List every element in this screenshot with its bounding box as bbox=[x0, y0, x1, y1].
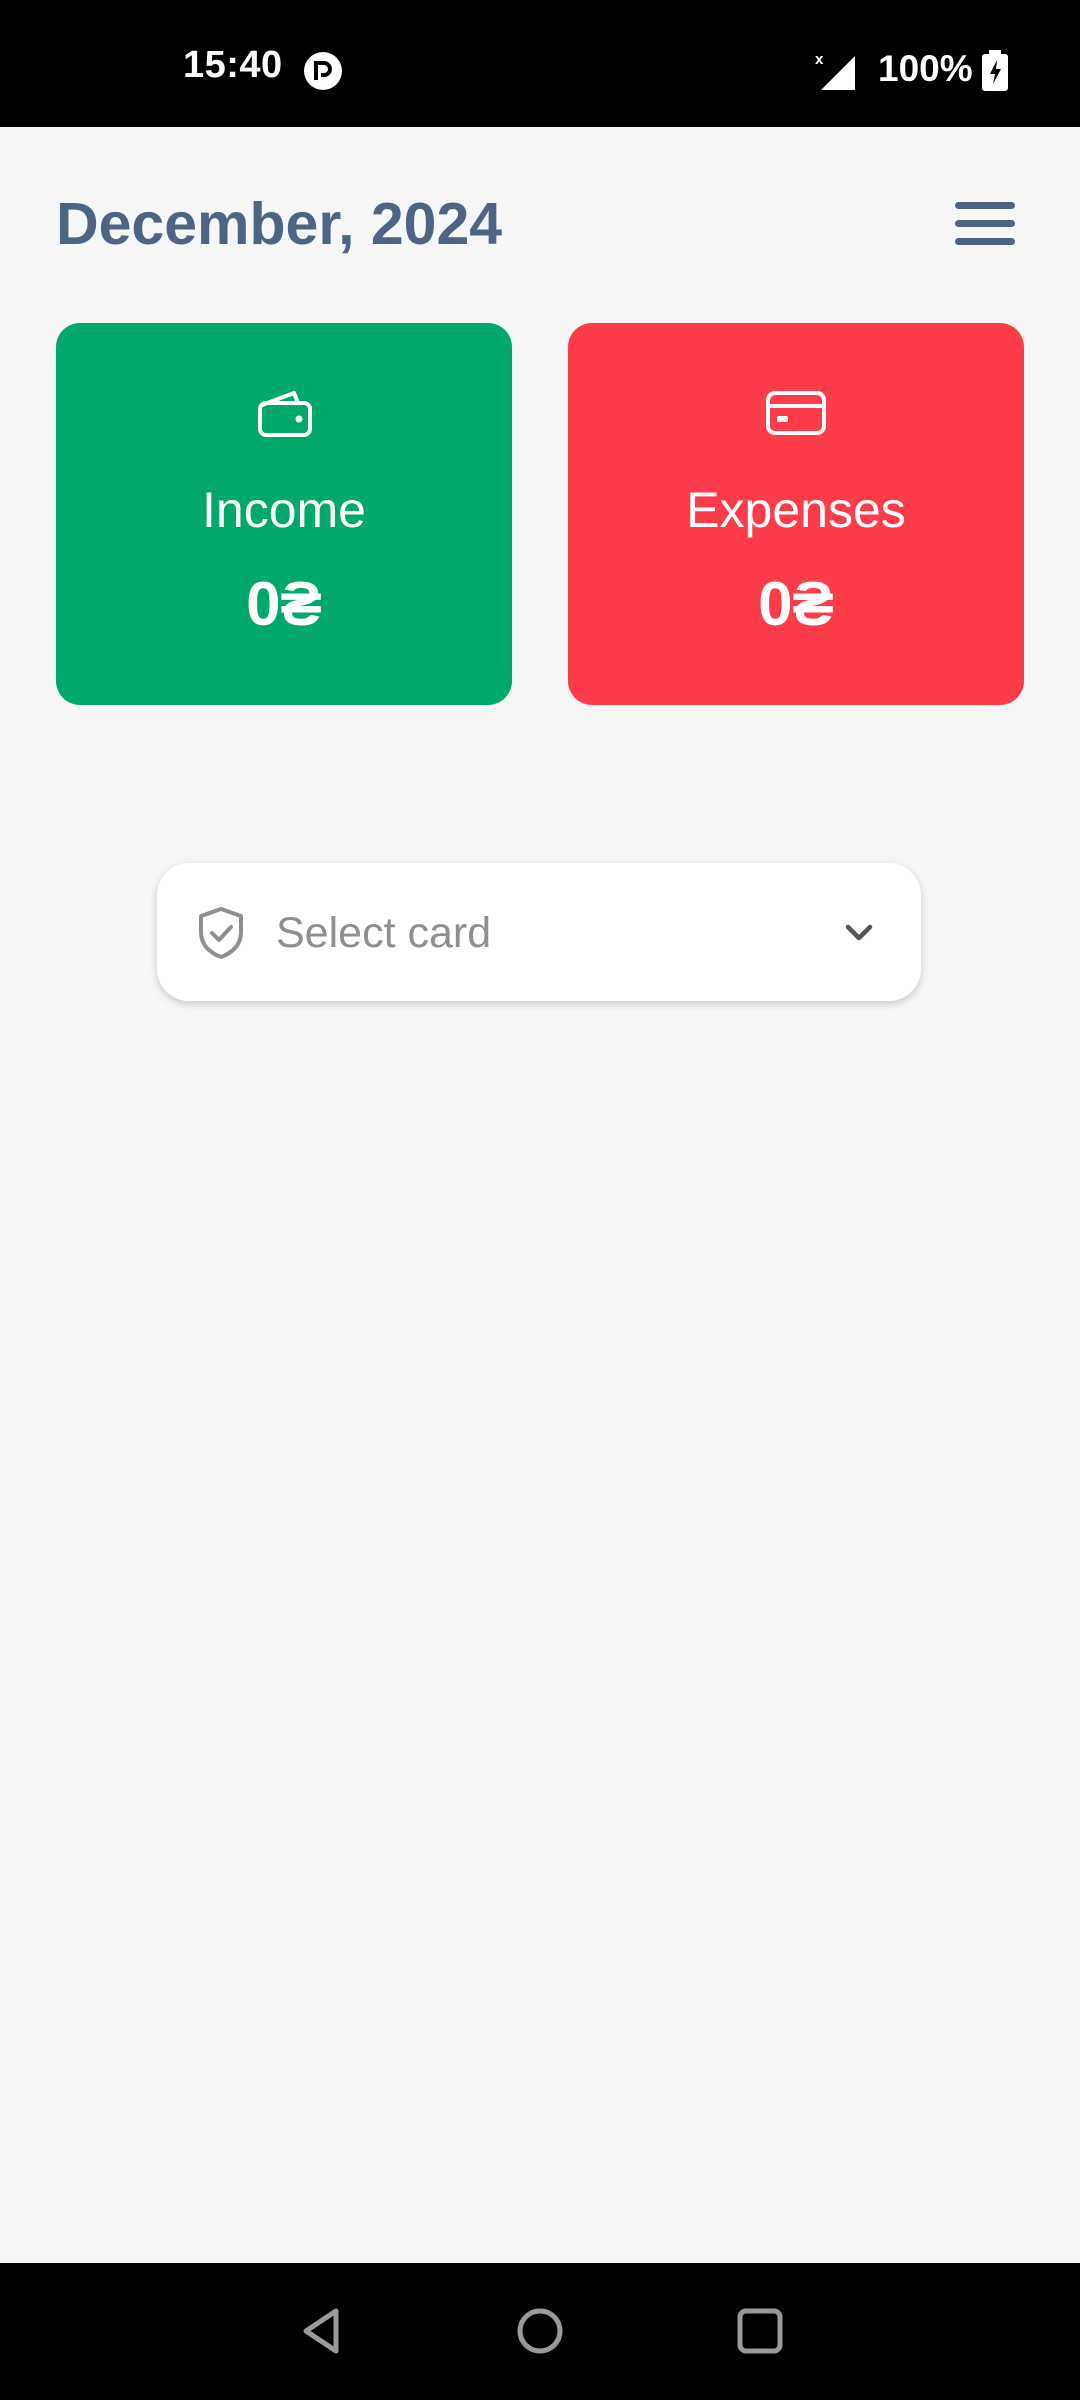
app-notification-icon bbox=[304, 52, 342, 90]
shield-check-icon bbox=[199, 907, 243, 959]
expenses-card[interactable]: Expenses 0₴ bbox=[568, 323, 1024, 705]
income-card[interactable]: Income 0₴ bbox=[56, 323, 512, 705]
wallet-icon bbox=[258, 391, 312, 437]
expenses-label: Expenses bbox=[686, 482, 906, 538]
select-card-dropdown[interactable]: Select card bbox=[157, 863, 921, 1001]
hamburger-menu-icon bbox=[955, 202, 1015, 245]
income-label: Income bbox=[202, 482, 366, 538]
battery-charging-icon bbox=[982, 50, 1008, 91]
recent-apps-icon[interactable] bbox=[730, 2301, 790, 2361]
page-title: December, 2024 bbox=[56, 191, 503, 257]
status-time: 15:40 bbox=[183, 44, 283, 86]
income-amount: 0₴ bbox=[246, 570, 322, 639]
signal-icon: x bbox=[815, 51, 855, 90]
battery-percentage: 100% bbox=[878, 48, 973, 89]
select-card-placeholder: Select card bbox=[276, 909, 492, 957]
credit-card-icon bbox=[766, 391, 826, 435]
svg-text:x: x bbox=[815, 51, 824, 68]
status-bar: 15:40 x 100% bbox=[0, 0, 1080, 127]
menu-button[interactable] bbox=[950, 196, 1020, 252]
chevron-down-icon bbox=[845, 924, 873, 941]
back-icon[interactable] bbox=[292, 2301, 352, 2361]
navigation-bar bbox=[0, 2263, 1080, 2400]
home-icon[interactable] bbox=[510, 2301, 570, 2361]
expenses-amount: 0₴ bbox=[758, 570, 834, 639]
